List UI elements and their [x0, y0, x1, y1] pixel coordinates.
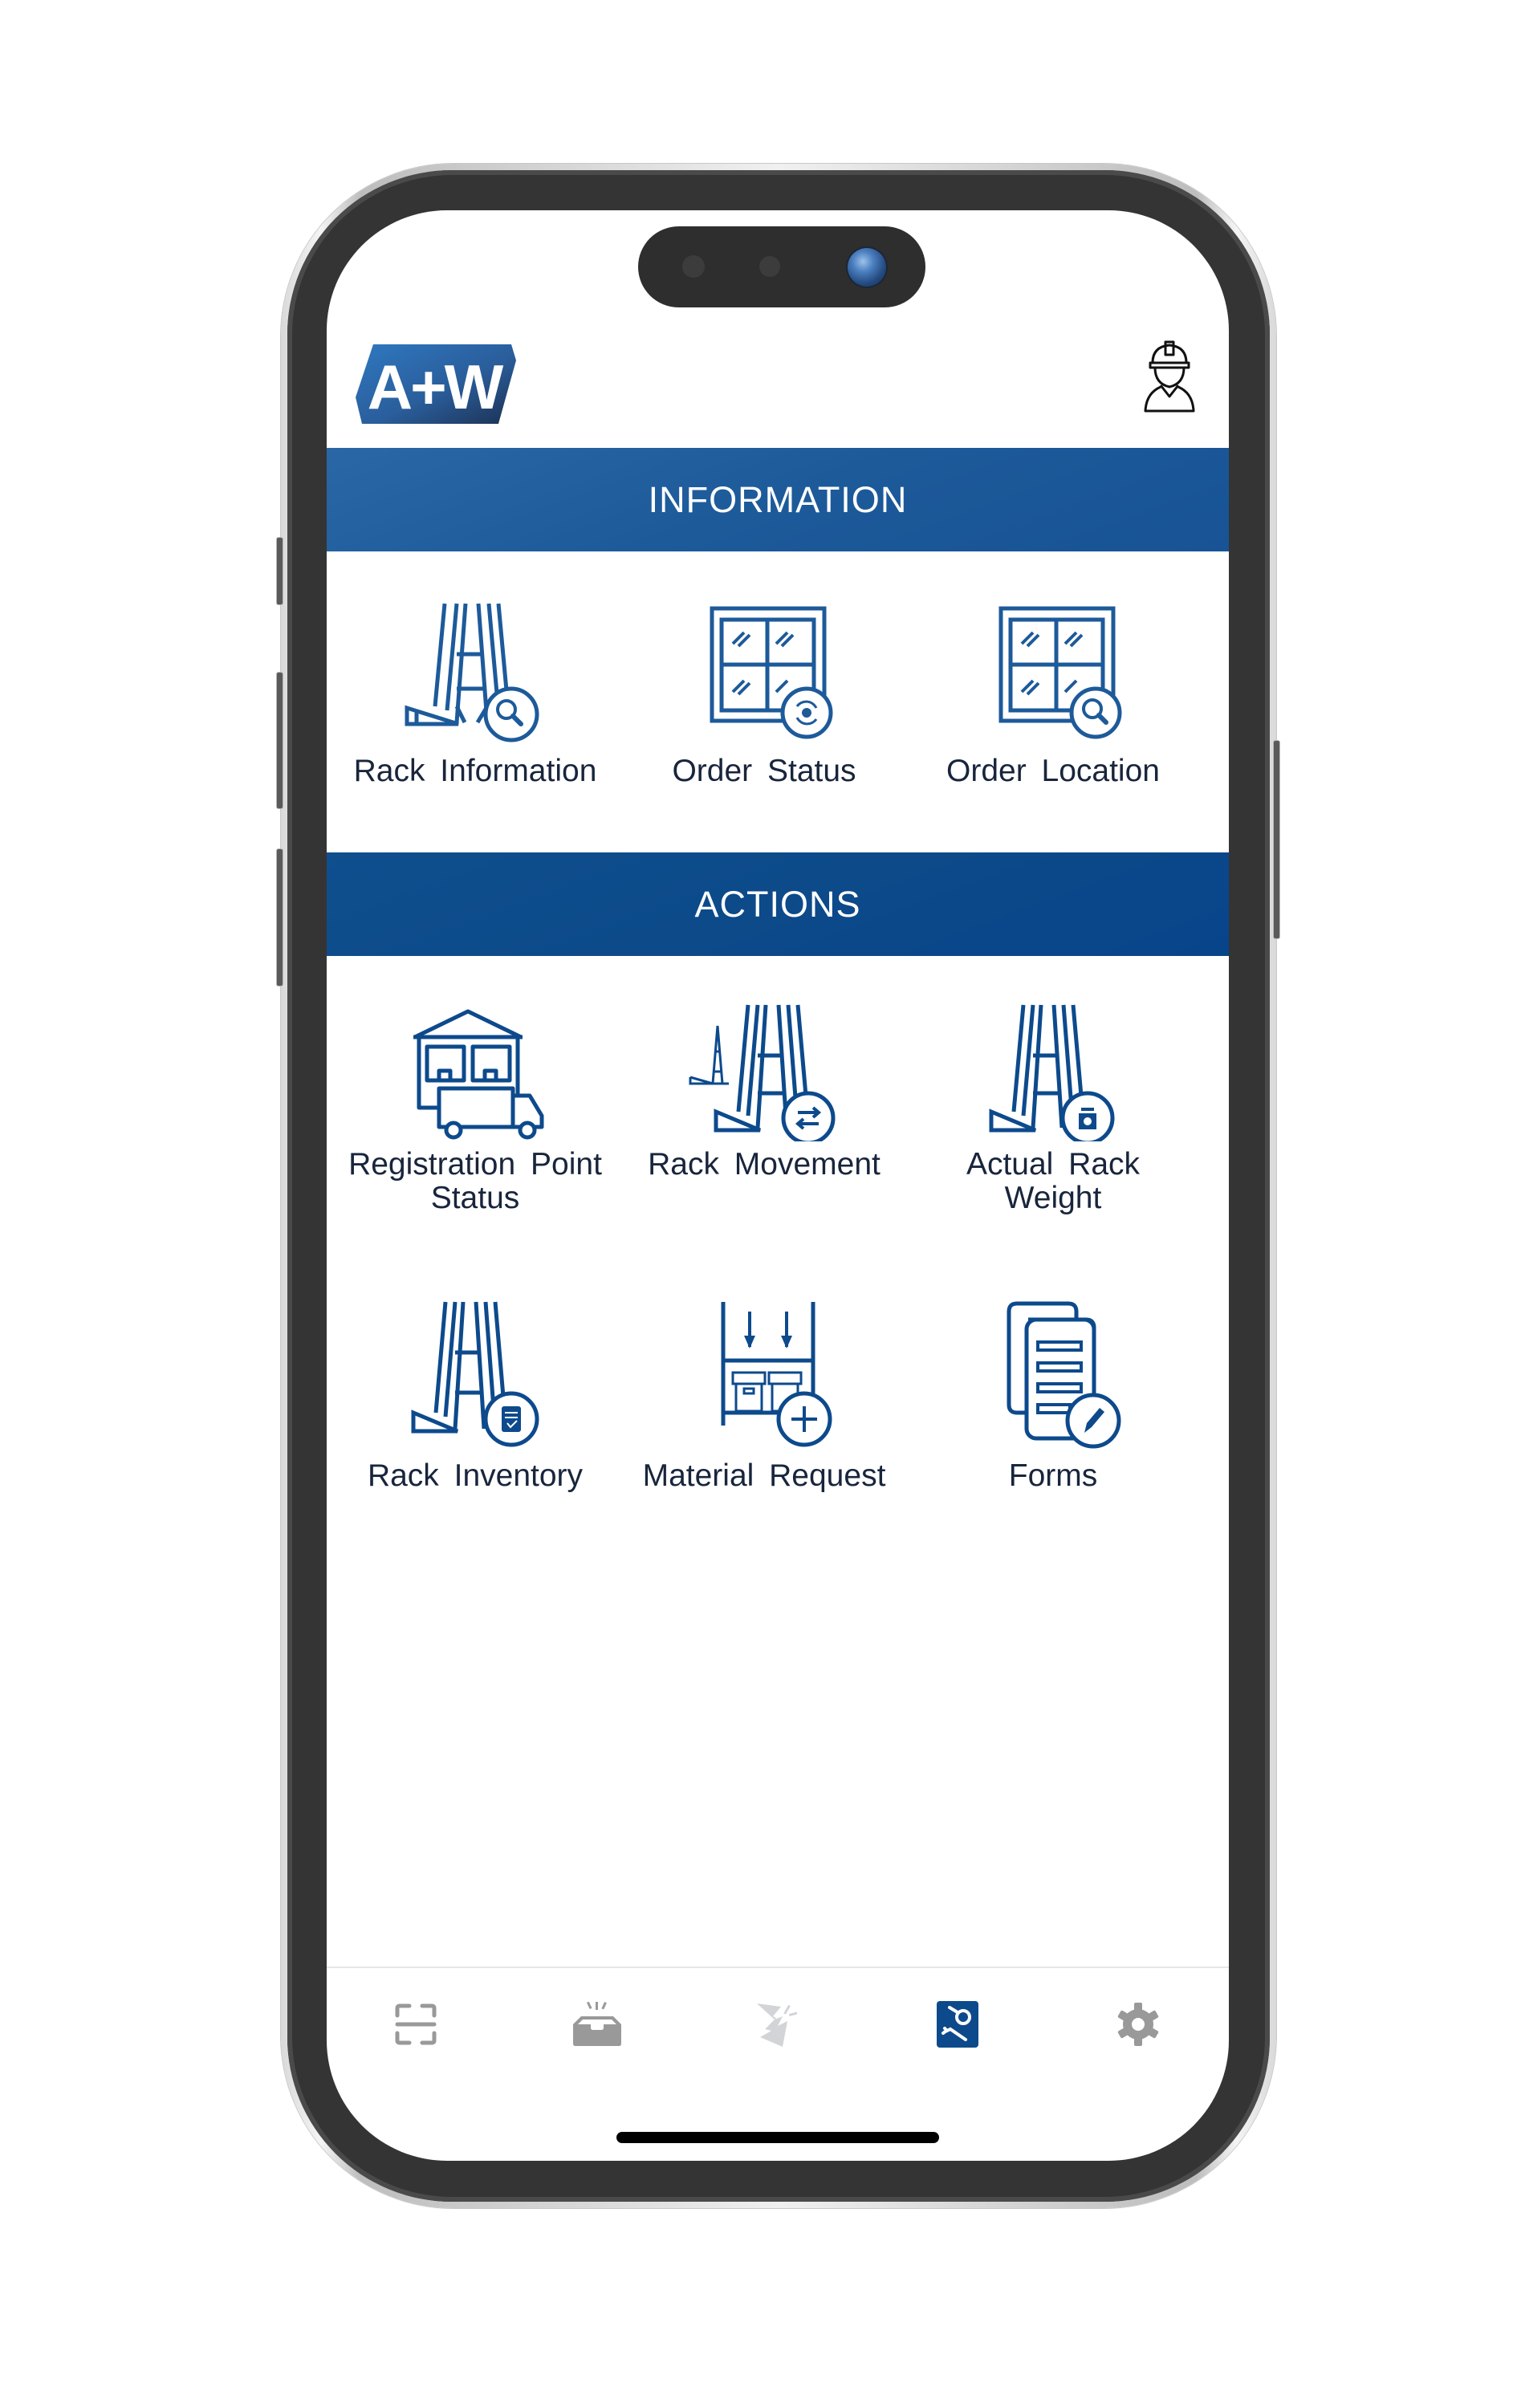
tab-tools[interactable] [925, 1996, 990, 2052]
rack-transfer-icon [689, 1004, 836, 1141]
section-header-actions: ACTIONS [327, 852, 1229, 956]
tile-label: Order Location [946, 754, 1160, 788]
section-title: ACTIONS [694, 883, 861, 925]
tab-damage[interactable] [745, 1996, 809, 2052]
tile-order-status[interactable]: Order Status [620, 602, 909, 788]
tile-label: Rack Movement [648, 1147, 881, 1182]
profile-button[interactable] [1143, 340, 1196, 413]
tile-rack-information[interactable]: Rack Information [331, 602, 620, 788]
shelf-boxes-add-icon [721, 1302, 832, 1447]
tile-label: Status [430, 1181, 520, 1215]
tools-icon [937, 2001, 978, 2048]
tile-label: Registration Point [348, 1147, 602, 1182]
window-sync-icon [710, 606, 833, 739]
tile-order-location[interactable]: Order Location [909, 602, 1198, 788]
rack-scale-icon [989, 1004, 1115, 1141]
section-title: INFORMATION [648, 478, 908, 520]
tile-label: Forms [1008, 1458, 1098, 1493]
scan-icon [395, 2003, 437, 2045]
phone-volume-up-button [276, 672, 283, 809]
window-search-icon [998, 606, 1122, 739]
sensor-dot [682, 255, 705, 278]
sensor-dot [759, 256, 780, 277]
phone-volume-down-button [276, 848, 283, 986]
phone-power-button [1273, 740, 1280, 939]
tile-actual-rack-weight[interactable]: Actual Rack Weight [909, 1003, 1198, 1215]
front-camera [848, 248, 886, 287]
app-screen: A+W INFORMATION Rack Information Order S… [327, 210, 1229, 2161]
tile-rack-movement[interactable]: Rack Movement [620, 1003, 909, 1182]
tile-label: Weight [1004, 1181, 1102, 1215]
home-indicator[interactable] [616, 2132, 939, 2143]
gear-icon [1117, 2003, 1159, 2046]
rack-search-icon [405, 603, 539, 742]
tile-forms[interactable]: Forms [909, 1300, 1198, 1493]
tile-label: Rack Information [353, 754, 597, 788]
tile-label: Material Request [642, 1458, 886, 1493]
tile-registration-point-status[interactable]: Registration Point Status [331, 1003, 620, 1215]
section-header-information: INFORMATION [327, 448, 1229, 551]
tile-label: Actual Rack [966, 1147, 1141, 1182]
documents-edit-icon [1007, 1301, 1121, 1449]
tile-material-request[interactable]: Material Request [620, 1300, 909, 1493]
dynamic-island [638, 226, 925, 307]
tab-bar-divider [327, 1967, 1229, 1968]
brand-logo-text: A+W [368, 352, 504, 422]
broken-glass-icon [757, 2003, 798, 2047]
tile-label: Order Status [672, 754, 856, 788]
rack-checklist-icon [411, 1301, 539, 1447]
construction-worker-icon [1144, 340, 1195, 413]
tile-label: Rack Inventory [367, 1458, 584, 1493]
tab-scan[interactable] [384, 1996, 448, 2052]
brand-logo[interactable]: A+W [356, 343, 516, 425]
inbox-icon [573, 2002, 621, 2046]
tab-inbox[interactable] [565, 1996, 629, 2052]
phone-action-button [276, 537, 283, 605]
tab-settings[interactable] [1106, 1996, 1170, 2052]
tile-rack-inventory[interactable]: Rack Inventory [331, 1300, 620, 1493]
warehouse-truck-icon [413, 1009, 544, 1140]
